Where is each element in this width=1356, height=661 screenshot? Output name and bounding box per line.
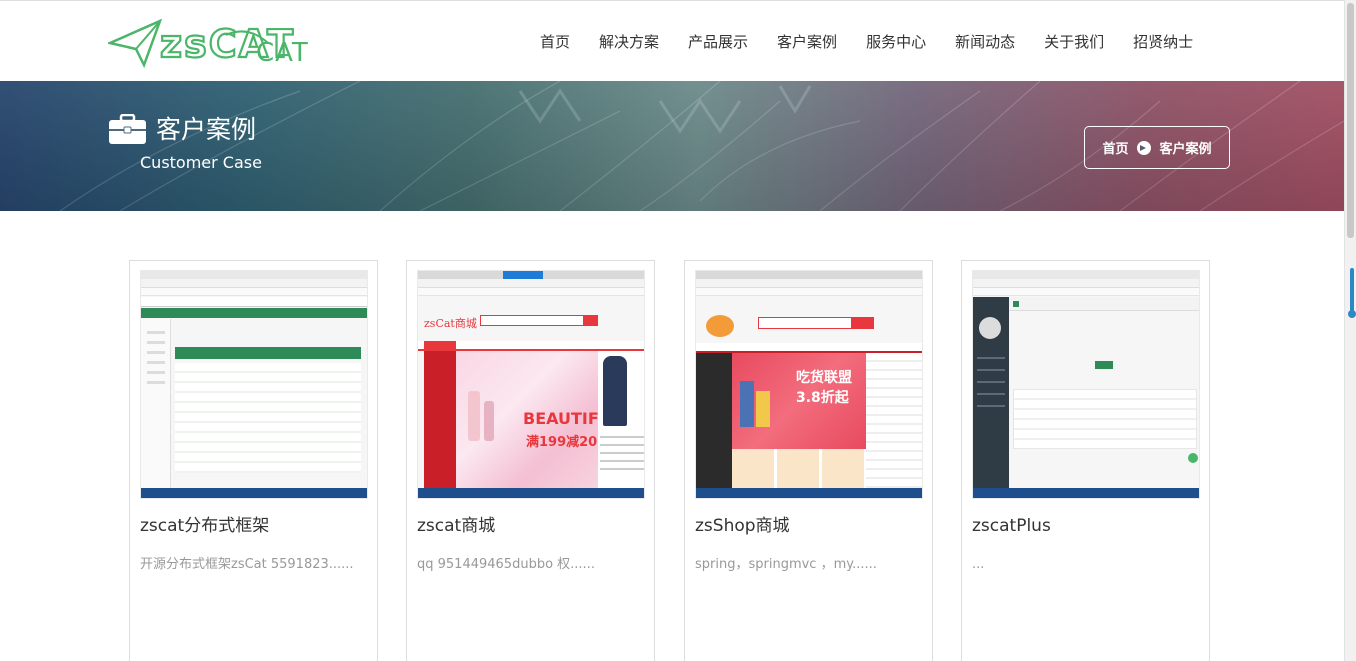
page-subtitle: Customer Case: [140, 153, 262, 172]
nav-news[interactable]: 新闻动态: [955, 31, 1015, 53]
case-description: 开源分布式框架zsCat 5591823......: [140, 557, 354, 572]
vertical-scrollbar[interactable]: [1344, 0, 1356, 661]
thermometer-icon: [1348, 268, 1356, 320]
case-title[interactable]: zscatPlus: [972, 515, 1051, 537]
case-thumbnail[interactable]: zsCat商城 BEAUTIFUL 满199减20: [417, 270, 645, 499]
nav-about[interactable]: 关于我们: [1044, 31, 1104, 53]
main-nav: 首页 解决方案 产品展示 客户案例 服务中心 新闻动态 关于我们 招贤纳士: [540, 31, 1222, 53]
nav-jobs[interactable]: 招贤纳士: [1133, 31, 1193, 53]
nav-home[interactable]: 首页: [540, 31, 570, 53]
page-banner: 客户案例 Customer Case 首页 客户案例: [0, 81, 1344, 211]
top-navbar: zsCAT CAT 首页 解决方案 产品展示 客户案例 服务中心 新闻动态 关于…: [0, 0, 1344, 81]
svg-text:CAT: CAT: [256, 38, 309, 68]
breadcrumb-home[interactable]: 首页: [1102, 138, 1128, 157]
case-description: spring，springmvc ，my......: [695, 557, 877, 572]
nav-solutions[interactable]: 解决方案: [599, 31, 659, 53]
case-title[interactable]: zscat分布式框架: [140, 515, 269, 537]
case-card[interactable]: zsCat商城 BEAUTIFUL 满199减20 zscat商城 qq 951…: [406, 260, 655, 661]
page-title: 客户案例: [156, 115, 257, 144]
nav-cases[interactable]: 客户案例: [777, 31, 837, 53]
case-card[interactable]: 吃货联盟 3.8折起 zsShop商城 spring，springmvc ，my…: [684, 260, 933, 661]
case-thumbnail[interactable]: [140, 270, 368, 499]
scrollbar-thumb[interactable]: [1347, 3, 1354, 238]
nav-products[interactable]: 产品展示: [688, 31, 748, 53]
case-card[interactable]: zscat分布式框架 开源分布式框架zsCat 5591823......: [129, 260, 378, 661]
case-description: ...: [972, 557, 985, 572]
breadcrumb: 首页 客户案例: [1084, 126, 1230, 169]
breadcrumb-current: 客户案例: [1159, 142, 1212, 157]
case-title[interactable]: zsShop商城: [695, 515, 790, 537]
case-description: qq 951449465dubbo 权......: [417, 557, 595, 572]
site-logo[interactable]: zsCAT CAT: [106, 15, 348, 71]
case-card[interactable]: zscatPlus ...: [961, 260, 1210, 661]
arrow-right-circle-icon: [1136, 140, 1151, 155]
page: zsCAT CAT 首页 解决方案 产品展示 客户案例 服务中心 新闻动态 关于…: [0, 0, 1356, 661]
case-thumbnail[interactable]: 吃货联盟 3.8折起: [695, 270, 923, 499]
briefcase-icon: [109, 113, 146, 144]
case-thumbnail[interactable]: [972, 270, 1200, 499]
case-title[interactable]: zscat商城: [417, 515, 495, 537]
nav-service[interactable]: 服务中心: [866, 31, 926, 53]
